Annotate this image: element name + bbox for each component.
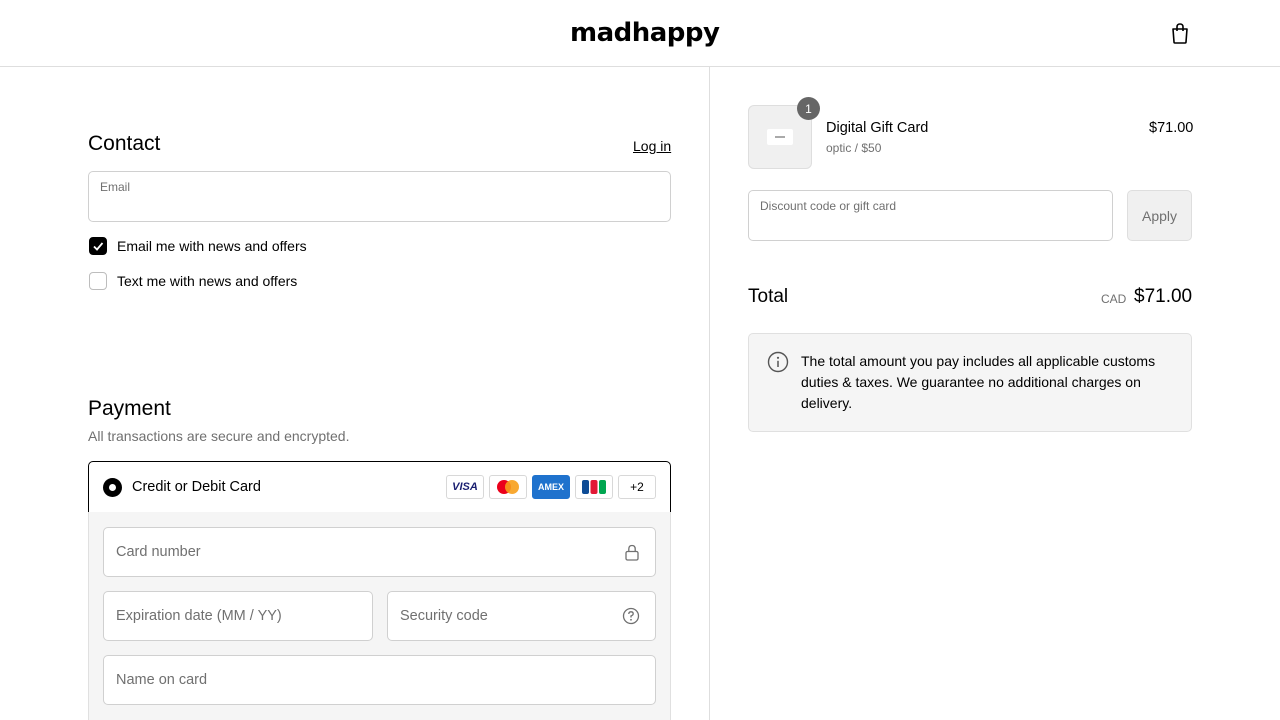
amex-icon: AMEX bbox=[532, 475, 570, 499]
total-label: Total bbox=[748, 286, 789, 307]
product-name: Digital Gift Card bbox=[826, 120, 929, 136]
text-news-label: Text me with news and offers bbox=[117, 273, 298, 289]
contact-heading: Contact bbox=[88, 132, 161, 155]
jcb-icon bbox=[575, 475, 613, 499]
email-news-label: Email me with news and offers bbox=[117, 238, 307, 254]
name-on-card-placeholder: Name on card bbox=[116, 672, 208, 688]
credit-card-label: Credit or Debit Card bbox=[132, 479, 261, 495]
security-code-field[interactable]: Security code bbox=[387, 591, 656, 641]
security-code-placeholder: Security code bbox=[400, 608, 488, 624]
payment-subtitle: All transactions are secure and encrypte… bbox=[88, 428, 350, 444]
checkmark-icon bbox=[93, 242, 104, 251]
product-variant: optic / $50 bbox=[826, 141, 882, 155]
column-divider bbox=[709, 67, 710, 720]
apply-button[interactable]: Apply bbox=[1127, 190, 1192, 241]
discount-code-field[interactable]: Discount code or gift card bbox=[748, 190, 1113, 241]
site-header: madhappy bbox=[0, 0, 1280, 67]
credit-card-option[interactable]: Credit or Debit Card VISA AMEX +2 bbox=[88, 461, 671, 513]
expiration-placeholder: Expiration date (MM / YY) bbox=[116, 608, 282, 624]
card-number-placeholder: Card number bbox=[116, 544, 201, 560]
help-icon[interactable] bbox=[622, 607, 640, 625]
more-brands-badge: +2 bbox=[618, 475, 656, 499]
card-number-field[interactable]: Card number bbox=[103, 527, 656, 577]
email-field[interactable]: Email bbox=[88, 171, 671, 222]
gift-card-image bbox=[767, 129, 793, 145]
credit-card-radio[interactable] bbox=[103, 478, 122, 497]
mastercard-icon bbox=[489, 475, 527, 499]
total-amount: $71.00 bbox=[1134, 286, 1193, 307]
duties-notice: The total amount you pay includes all ap… bbox=[748, 333, 1192, 432]
info-icon bbox=[767, 351, 789, 373]
brand-logo[interactable]: madhappy bbox=[570, 18, 720, 48]
shopping-bag-icon[interactable] bbox=[1170, 22, 1190, 44]
payment-heading: Payment bbox=[88, 397, 171, 420]
product-price: $71.00 bbox=[1149, 120, 1194, 136]
expiration-field[interactable]: Expiration date (MM / YY) bbox=[103, 591, 373, 641]
lock-icon bbox=[625, 544, 639, 561]
name-on-card-field[interactable]: Name on card bbox=[103, 655, 656, 705]
duties-notice-text: The total amount you pay includes all ap… bbox=[801, 353, 1156, 411]
email-label: Email bbox=[100, 180, 131, 194]
visa-icon: VISA bbox=[446, 475, 484, 499]
text-news-checkbox[interactable] bbox=[89, 272, 107, 290]
discount-code-label: Discount code or gift card bbox=[760, 199, 897, 213]
quantity-badge: 1 bbox=[797, 97, 820, 120]
email-news-checkbox[interactable] bbox=[89, 237, 107, 255]
login-link[interactable]: Log in bbox=[633, 138, 671, 154]
currency-code: CAD bbox=[1101, 292, 1127, 306]
